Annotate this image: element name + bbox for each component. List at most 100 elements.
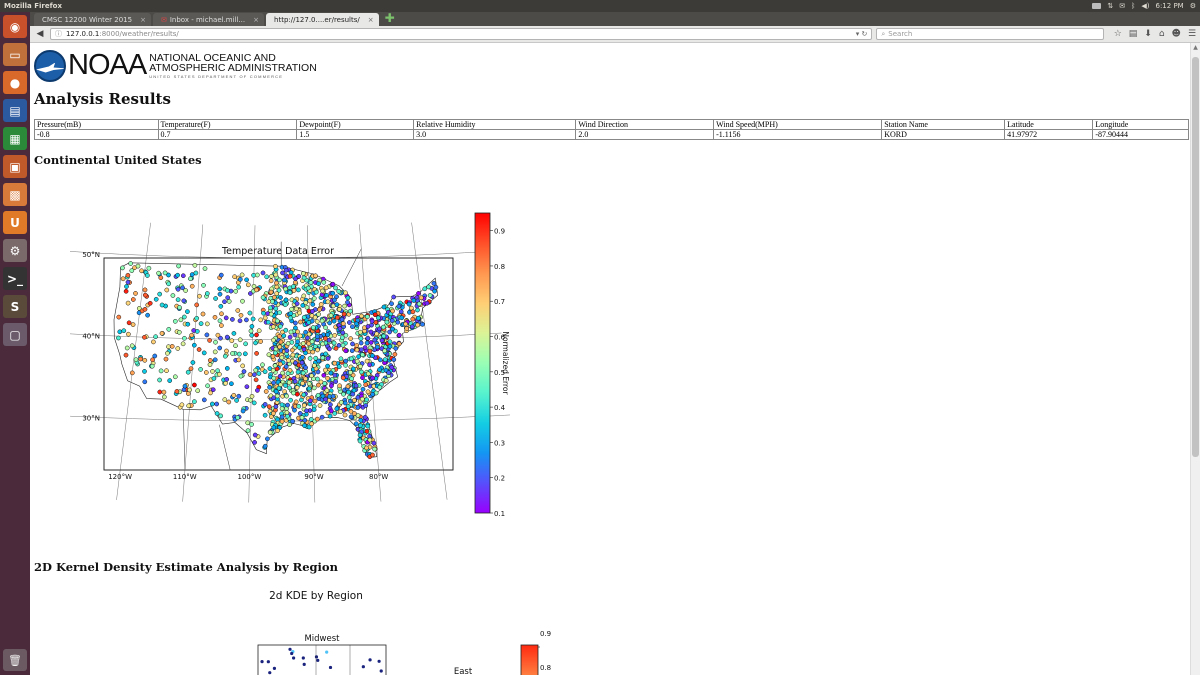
station-point bbox=[175, 297, 181, 303]
station-point bbox=[334, 302, 340, 307]
station-point bbox=[238, 373, 244, 379]
tab-cmsc[interactable]: CMSC 12200 Winter 2015 × bbox=[34, 13, 151, 26]
station-point bbox=[295, 373, 301, 379]
station-point bbox=[204, 291, 210, 296]
home-icon[interactable]: ⌂ bbox=[1159, 29, 1165, 39]
software-center-icon[interactable]: ▩ bbox=[3, 183, 27, 206]
station-point bbox=[124, 345, 130, 351]
station-point bbox=[273, 263, 278, 269]
station-point bbox=[303, 376, 308, 382]
system-settings-icon[interactable]: ⚙ bbox=[3, 239, 27, 262]
station-point bbox=[283, 286, 288, 292]
station-point bbox=[163, 356, 169, 362]
clock[interactable]: 6:12 PM bbox=[1156, 2, 1184, 10]
dash-home-icon[interactable]: ◉ bbox=[3, 15, 27, 38]
station-point bbox=[234, 398, 239, 403]
station-point bbox=[358, 340, 364, 346]
bookmark-star-icon[interactable]: ☆ bbox=[1114, 29, 1122, 39]
station-point bbox=[365, 335, 371, 341]
station-point bbox=[320, 288, 325, 294]
search-input[interactable]: ⌕ Search bbox=[876, 28, 1104, 40]
station-point bbox=[265, 319, 271, 325]
close-tab-icon[interactable]: × bbox=[140, 16, 146, 24]
station-point bbox=[390, 326, 395, 332]
station-point bbox=[342, 412, 348, 418]
table-header-cell: Temperature(F) bbox=[157, 119, 298, 130]
calc-icon[interactable]: ▦ bbox=[3, 127, 27, 150]
writer-icon[interactable]: ▤ bbox=[3, 99, 27, 122]
close-tab-icon[interactable]: × bbox=[368, 16, 374, 24]
station-point bbox=[372, 337, 378, 343]
station-point bbox=[325, 299, 331, 305]
download-icon[interactable]: ⬇ bbox=[1144, 29, 1152, 39]
station-point bbox=[353, 383, 359, 389]
station-point bbox=[304, 408, 309, 414]
firefox-icon[interactable]: ● bbox=[3, 71, 27, 94]
station-point bbox=[175, 272, 180, 278]
station-point bbox=[354, 347, 360, 353]
station-point bbox=[297, 333, 303, 339]
info-icon[interactable]: ⓘ bbox=[55, 29, 62, 39]
station-point bbox=[142, 334, 147, 340]
station-point bbox=[236, 393, 242, 399]
station-point bbox=[287, 422, 292, 428]
reading-list-icon[interactable]: ▤ bbox=[1129, 29, 1138, 39]
scrollbar-thumb[interactable] bbox=[1192, 57, 1199, 457]
back-arrow-icon[interactable]: ◀ bbox=[34, 28, 46, 40]
trash-icon[interactable]: 🗑 bbox=[3, 649, 27, 671]
station-point bbox=[263, 389, 269, 394]
station-point bbox=[317, 403, 323, 408]
station-point bbox=[210, 387, 216, 393]
impress-icon[interactable]: ▣ bbox=[3, 155, 27, 178]
station-point bbox=[392, 351, 398, 357]
mail-icon[interactable]: ✉ bbox=[1119, 2, 1125, 10]
station-point bbox=[334, 406, 340, 412]
gear-icon[interactable]: ⚙ bbox=[1190, 2, 1196, 10]
terminal-icon[interactable]: >_ bbox=[3, 267, 27, 290]
noaa-logo[interactable]: NOAA NATIONAL OCEANIC AND ATMOSPHERIC AD… bbox=[34, 49, 317, 82]
tab-inbox[interactable]: ✉ Inbox - michael.mill... × bbox=[152, 13, 265, 26]
close-tab-icon[interactable]: × bbox=[253, 16, 259, 24]
ubuntu-one-icon[interactable]: U bbox=[3, 211, 27, 234]
station-point bbox=[133, 291, 138, 296]
page-scrollbar[interactable]: ▲ bbox=[1190, 43, 1200, 675]
files-icon[interactable]: ▭ bbox=[3, 43, 27, 66]
station-point bbox=[182, 335, 187, 341]
menu-icon[interactable]: ☰ bbox=[1188, 29, 1196, 39]
station-point bbox=[288, 315, 293, 321]
network-icon[interactable]: ⇅ bbox=[1107, 2, 1113, 10]
station-point bbox=[268, 311, 274, 317]
station-point bbox=[217, 286, 223, 292]
station-point bbox=[310, 325, 316, 330]
url-bar[interactable]: ⓘ 127.0.0.1:8000/weather/results/ ▾ ↻ bbox=[49, 28, 873, 40]
table-cell: KORD bbox=[881, 129, 1006, 140]
scroll-up-arrow-icon[interactable]: ▲ bbox=[1191, 44, 1200, 53]
new-tab-button[interactable]: ✚ bbox=[385, 11, 395, 25]
tab-results[interactable]: http://127.0....er/results/ × bbox=[266, 13, 379, 26]
station-point bbox=[384, 319, 390, 325]
workspaces-icon[interactable]: ▢ bbox=[3, 323, 27, 346]
station-point bbox=[264, 274, 270, 280]
station-point bbox=[357, 438, 363, 444]
station-point bbox=[258, 317, 264, 323]
chat-icon[interactable]: ☻ bbox=[1172, 29, 1181, 39]
bluetooth-icon[interactable]: ᛒ bbox=[1131, 2, 1135, 10]
station-point bbox=[273, 346, 279, 352]
kde-panel-frame bbox=[257, 644, 387, 675]
table-header-cell: Dewpoint(F) bbox=[296, 119, 415, 130]
dropdown-arrow-icon[interactable]: ▾ ↻ bbox=[856, 30, 868, 38]
station-point bbox=[214, 411, 220, 416]
table-header-cell: Station Name bbox=[881, 119, 1006, 130]
station-point bbox=[295, 339, 300, 345]
kde-point bbox=[314, 655, 319, 659]
station-point bbox=[142, 306, 148, 312]
agency-name: NATIONAL OCEANIC AND ATMOSPHERIC ADMINIS… bbox=[149, 52, 317, 78]
station-point bbox=[213, 296, 218, 301]
station-point bbox=[271, 375, 277, 381]
station-point bbox=[382, 357, 388, 362]
station-point bbox=[138, 356, 144, 362]
keyboard-indicator-icon[interactable] bbox=[1092, 3, 1102, 9]
volume-icon[interactable]: ◀) bbox=[1141, 2, 1149, 10]
station-point bbox=[325, 375, 330, 381]
sublime-text-icon[interactable]: S bbox=[3, 295, 27, 318]
